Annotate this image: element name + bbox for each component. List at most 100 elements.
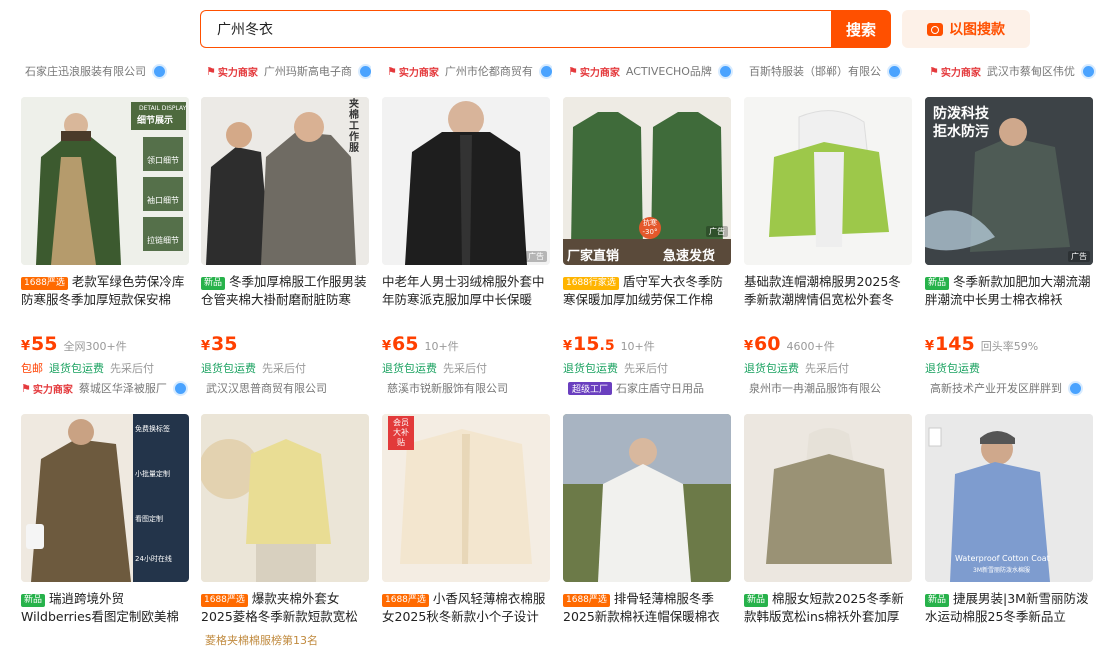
new-badge: 新品 xyxy=(201,277,226,290)
chat-icon[interactable] xyxy=(538,63,552,79)
price-row: ¥60 4600+件 xyxy=(744,333,835,355)
product-image[interactable]: 广告 xyxy=(382,97,550,265)
store-name: 武汉市蔡甸区伟优 xyxy=(986,65,1075,78)
select-badge: 1688严选 xyxy=(21,277,68,290)
product-title[interactable]: 1688严选爆款夹棉外套女2025菱格冬季新款短款宽松时 xyxy=(201,590,369,626)
product-title[interactable]: 1688行家选 盾守军大衣冬季防寒保暖加厚加绒劳保工作棉 xyxy=(563,273,731,309)
product-card[interactable]: Waterproof Cotton Coat 3M新雪丽防泼水棉服 新品 捷展男装… xyxy=(925,414,1093,626)
store-name: 广州市伦都商贸有 xyxy=(444,65,533,78)
strength-badge: ⚑ 实力商家 xyxy=(568,64,620,79)
search-input[interactable] xyxy=(201,11,833,47)
image-search-button[interactable]: 以图搜款 xyxy=(902,10,1030,48)
store-line[interactable]: 百斯特服装（邯郸）有限公 xyxy=(749,63,914,79)
store-line[interactable]: 高新技术产业开发区胖胖到 xyxy=(930,380,1093,396)
overlay-text: 小批量定制 xyxy=(135,470,170,478)
service-tags: 退货包运费 先采后付 xyxy=(382,362,487,375)
store-name: 泉州市一冉潮品服饰有限公 xyxy=(749,382,881,395)
store-line[interactable]: 泉州市一冉潮品服饰有限公 xyxy=(749,380,912,396)
store-line[interactable]: 石家庄迅浪服装有限公司 xyxy=(25,63,190,79)
product-image[interactable] xyxy=(744,97,912,265)
service-tags: 退货包运费 xyxy=(925,362,980,375)
select-badge: 1688严选 xyxy=(201,594,248,607)
chat-icon[interactable] xyxy=(357,63,371,79)
new-badge: 新品 xyxy=(744,594,769,607)
store-line[interactable]: 慈溪市锐新服饰有限公司 xyxy=(387,380,550,396)
sales-count: 全网300+件 xyxy=(63,340,127,353)
ad-label: 广告 xyxy=(525,251,547,262)
overlay-text: 看图定制 xyxy=(135,515,163,523)
product-card[interactable]: 厂家直销 抗寒 -30° 急速发货 广告 1688行家选 盾守军大衣冬季防寒保暖加厚… xyxy=(563,97,731,397)
chat-icon[interactable] xyxy=(172,380,188,396)
product-title[interactable]: 新品 冬季新款加肥加大潮流潮胖潮流中长男士棉衣棉袄 xyxy=(925,273,1093,309)
price: ¥60 xyxy=(744,333,781,355)
price-row: ¥15.5 10+件 xyxy=(563,333,655,355)
product-card[interactable]: DETAIL DISPLAY 细节展示 领口细节 袖口细节 拉链细节 1688严… xyxy=(21,97,189,397)
product-card[interactable]: 会员 大补贴 1688严选 小香风轻薄棉衣棉服女2025秋冬新款小个子设计 xyxy=(382,414,550,626)
product-image[interactable] xyxy=(201,414,369,582)
store-name: 慈溪市锐新服饰有限公司 xyxy=(387,382,508,395)
price: ¥15.5 xyxy=(563,333,615,355)
product-image[interactable]: 免费换标签 小批量定制 看图定制 24小时在线 xyxy=(21,414,189,582)
overlay-text: 防泼科技 xyxy=(933,106,989,122)
chat-icon[interactable] xyxy=(887,63,902,79)
product-card[interactable]: 1688严选爆款夹棉外套女2025菱格冬季新款短款宽松时 xyxy=(201,414,369,626)
product-card[interactable]: 防泼科技 拒水防污 广告 新品 冬季新款加肥加大潮流潮胖潮流中长男士棉衣棉袄 ¥1… xyxy=(925,97,1093,397)
strength-badge: ⚑ 实力商家 xyxy=(929,64,981,79)
chat-icon[interactable] xyxy=(1080,63,1096,79)
price-row: ¥55 全网300+件 xyxy=(21,333,127,355)
service-tags: 退货包运费 先采后付 xyxy=(201,362,306,375)
sales-count: 4600+件 xyxy=(786,340,835,353)
store-line[interactable]: 超级工厂 石家庄盾守日用品 xyxy=(568,380,731,396)
product-title[interactable]: 基础款连帽潮棉服男2025冬季新款潮牌情侣宽松外套冬 xyxy=(744,273,912,309)
chat-icon[interactable] xyxy=(1068,380,1083,396)
product-card[interactable]: 基础款连帽潮棉服男2025冬季新款潮牌情侣宽松外套冬 ¥60 4600+件 退货… xyxy=(744,97,912,397)
product-card[interactable]: 夹棉工作服 新品 冬季加厚棉服工作服男装仓管夹棉大褂耐磨耐脏防寒 ¥35 退货包运… xyxy=(201,97,369,397)
cold-badge: 抗寒 -30° xyxy=(639,217,661,239)
store-line[interactable]: 武汉汉思普商贸有限公司 xyxy=(206,380,369,396)
price: ¥35 xyxy=(201,333,238,355)
product-image[interactable] xyxy=(563,414,731,582)
product-image[interactable]: DETAIL DISPLAY 细节展示 领口细节 袖口细节 拉链细节 xyxy=(21,97,189,265)
product-title[interactable]: 新品 冬季加厚棉服工作服男装仓管夹棉大褂耐磨耐脏防寒 xyxy=(201,273,369,309)
store-line[interactable]: ⚑ 实力商家 广州市伦都商贸有 xyxy=(387,63,552,79)
product-title[interactable]: 1688严选 老款军绿色劳保冷库防寒服冬季加厚短款保安棉 xyxy=(21,273,189,309)
service-tags: 退货包运费 先采后付 xyxy=(563,362,668,375)
product-title[interactable]: 新品 棉服女短款2025冬季新款韩版宽松ins棉袄外套加厚 xyxy=(744,590,912,626)
product-image[interactable]: 会员 大补贴 xyxy=(382,414,550,582)
search-bar[interactable] xyxy=(200,10,833,48)
product-card[interactable]: 1688严选排骨轻薄棉服冬季2025新款棉袄连帽保暖棉衣棉 xyxy=(563,414,731,626)
price: ¥55 xyxy=(21,333,58,355)
product-card[interactable]: 免费换标签 小批量定制 看图定制 24小时在线 新品 瑞逍跨境外贸Wildberr… xyxy=(21,414,189,626)
product-image[interactable]: 厂家直销 抗寒 -30° 急速发货 广告 xyxy=(563,97,731,265)
new-badge: 新品 xyxy=(21,594,46,607)
store-name: 广州玛斯高电子商 xyxy=(263,65,352,78)
product-title[interactable]: 1688严选 小香风轻薄棉衣棉服女2025秋冬新款小个子设计 xyxy=(382,590,550,626)
store-line[interactable]: ⚑ 实力商家 广州玛斯高电子商 xyxy=(206,63,371,79)
service-tags: 退货包运费 先采后付 xyxy=(744,362,849,375)
product-card[interactable]: 新品 棉服女短款2025冬季新款韩版宽松ins棉袄外套加厚 xyxy=(744,414,912,626)
store-line[interactable]: ⚑ 实力商家 ACTIVECHO品牌 xyxy=(568,63,733,79)
product-image[interactable] xyxy=(744,414,912,582)
product-image[interactable]: Waterproof Cotton Coat 3M新雪丽防泼水棉服 xyxy=(925,414,1093,582)
product-title[interactable]: 新品 捷展男装|3M新雪丽防泼水运动棉服25冬季新品立 xyxy=(925,590,1093,626)
expert-badge: 1688行家选 xyxy=(563,277,619,290)
overlay-text: DETAIL DISPLAY xyxy=(139,105,187,112)
ranking-note[interactable]: 菱格夹棉棉服榜第13名 xyxy=(205,632,318,648)
search-button[interactable]: 搜索 xyxy=(831,10,891,48)
store-name: 百斯特服装（邯郸）有限公 xyxy=(749,65,881,78)
product-title[interactable]: 中老年人男士羽绒棉服外套中年防寒派克服加厚中长保暖 xyxy=(382,273,550,309)
product-image[interactable]: 防泼科技 拒水防污 广告 xyxy=(925,97,1093,265)
product-card[interactable]: 广告 中老年人男士羽绒棉服外套中年防寒派克服加厚中长保暖 ¥65 10+件 退货… xyxy=(382,97,550,397)
overlay-text: 袖口细节 xyxy=(147,196,179,205)
chat-icon[interactable] xyxy=(152,63,167,79)
sales-count: 10+件 xyxy=(620,340,655,353)
product-title[interactable]: 1688严选排骨轻薄棉服冬季2025新款棉袄连帽保暖棉衣棉 xyxy=(563,590,731,626)
store-name: ACTIVECHO品牌 xyxy=(625,65,712,78)
camera-icon xyxy=(927,22,943,36)
store-line[interactable]: ⚑ 实力商家 蔡城区华泽被服厂 xyxy=(21,380,189,396)
overlay-text: 急速发货 xyxy=(663,249,716,264)
store-line[interactable]: ⚑ 实力商家 武汉市蔡甸区伟优 xyxy=(929,63,1099,79)
product-image[interactable]: 夹棉工作服 xyxy=(201,97,369,265)
product-title[interactable]: 新品瑞逍跨境外贸Wildberries看图定制欧美棉服外套包 xyxy=(21,590,189,626)
chat-icon[interactable] xyxy=(717,63,733,79)
